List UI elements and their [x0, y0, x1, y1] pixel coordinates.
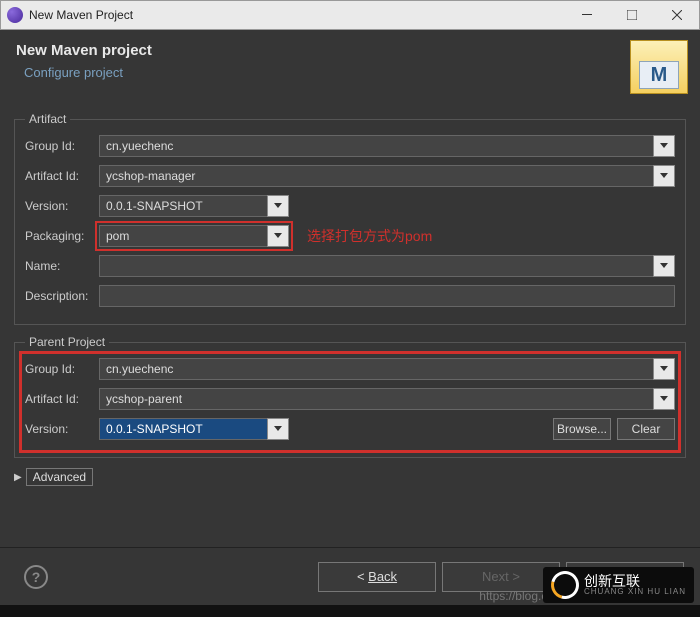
chevron-down-icon[interactable]	[653, 388, 675, 410]
logo-circle-icon	[546, 566, 584, 604]
description-label: Description:	[25, 289, 99, 303]
artifact-id-row: Artifact Id:	[25, 164, 675, 188]
version-row: Version:	[25, 194, 675, 218]
page-subtitle: Configure project	[24, 65, 684, 80]
parent-legend: Parent Project	[25, 335, 109, 349]
version-input[interactable]	[99, 195, 267, 217]
clear-button[interactable]: Clear	[617, 418, 675, 440]
triangle-right-icon: ▶	[14, 472, 22, 483]
parent-artifact-id-label: Artifact Id:	[25, 392, 99, 406]
advanced-toggle[interactable]: ▶ Advanced	[14, 468, 686, 486]
chevron-down-icon[interactable]	[267, 418, 289, 440]
parent-group-id-row: Group Id:	[25, 357, 675, 381]
advanced-label: Advanced	[26, 468, 93, 486]
chevron-down-icon[interactable]	[653, 135, 675, 157]
packaging-input[interactable]	[99, 225, 267, 247]
name-row: Name:	[25, 254, 675, 278]
group-id-input[interactable]	[99, 135, 653, 157]
name-input[interactable]	[99, 255, 653, 277]
watermark-logo: 创新互联CHUANG XIN HU LIAN	[543, 567, 694, 603]
parent-group-id-combo[interactable]	[99, 358, 675, 380]
parent-artifact-id-combo[interactable]	[99, 388, 675, 410]
chevron-down-icon[interactable]	[653, 358, 675, 380]
maximize-button[interactable]	[609, 1, 654, 29]
version-combo[interactable]	[99, 195, 289, 217]
content-area: Artifact Group Id: Artifact Id: Version:	[0, 102, 700, 547]
back-button[interactable]: < Back	[318, 562, 436, 592]
packaging-annotation: 选择打包方式为pom	[307, 226, 432, 246]
minimize-button[interactable]	[564, 1, 609, 29]
description-input[interactable]	[99, 285, 675, 307]
chevron-down-icon[interactable]	[653, 165, 675, 187]
browse-button[interactable]: Browse...	[553, 418, 611, 440]
parent-artifact-id-input[interactable]	[99, 388, 653, 410]
maven-folder-icon: M	[630, 40, 688, 94]
version-label: Version:	[25, 199, 99, 213]
chevron-down-icon[interactable]	[267, 195, 289, 217]
logo-text: 创新互联CHUANG XIN HU LIAN	[584, 574, 686, 596]
parent-version-row: Version: Browse... Clear	[25, 417, 675, 441]
artifact-id-combo[interactable]	[99, 165, 675, 187]
parent-version-label: Version:	[25, 422, 99, 436]
parent-fieldset: Parent Project Group Id: Artifact Id: Ve…	[14, 335, 686, 458]
chevron-down-icon[interactable]	[653, 255, 675, 277]
artifact-id-input[interactable]	[99, 165, 653, 187]
parent-artifact-id-row: Artifact Id:	[25, 387, 675, 411]
parent-group-id-label: Group Id:	[25, 362, 99, 376]
wizard-header: New Maven project Configure project M	[0, 30, 700, 102]
packaging-label: Packaging:	[25, 229, 99, 243]
eclipse-icon	[7, 7, 23, 23]
group-id-label: Group Id:	[25, 139, 99, 153]
parent-version-input[interactable]	[99, 418, 267, 440]
maven-m-badge: M	[639, 61, 679, 89]
packaging-combo[interactable]	[99, 225, 289, 247]
group-id-row: Group Id:	[25, 134, 675, 158]
group-id-combo[interactable]	[99, 135, 675, 157]
parent-group-id-input[interactable]	[99, 358, 653, 380]
page-title: New Maven project	[16, 42, 684, 59]
close-button[interactable]	[654, 1, 699, 29]
artifact-legend: Artifact	[25, 112, 70, 126]
help-icon[interactable]: ?	[24, 565, 48, 589]
name-label: Name:	[25, 259, 99, 273]
name-combo[interactable]	[99, 255, 675, 277]
parent-version-combo[interactable]	[99, 418, 289, 440]
artifact-fieldset: Artifact Group Id: Artifact Id: Version:	[14, 112, 686, 325]
wizard-footer: ? < Back Next > Finish https://blog.csd …	[0, 547, 700, 605]
artifact-id-label: Artifact Id:	[25, 169, 99, 183]
chevron-down-icon[interactable]	[267, 225, 289, 247]
packaging-row: Packaging: 选择打包方式为pom	[25, 224, 675, 248]
titlebar: New Maven Project	[0, 0, 700, 30]
description-row: Description:	[25, 284, 675, 308]
window-title: New Maven Project	[29, 8, 564, 22]
